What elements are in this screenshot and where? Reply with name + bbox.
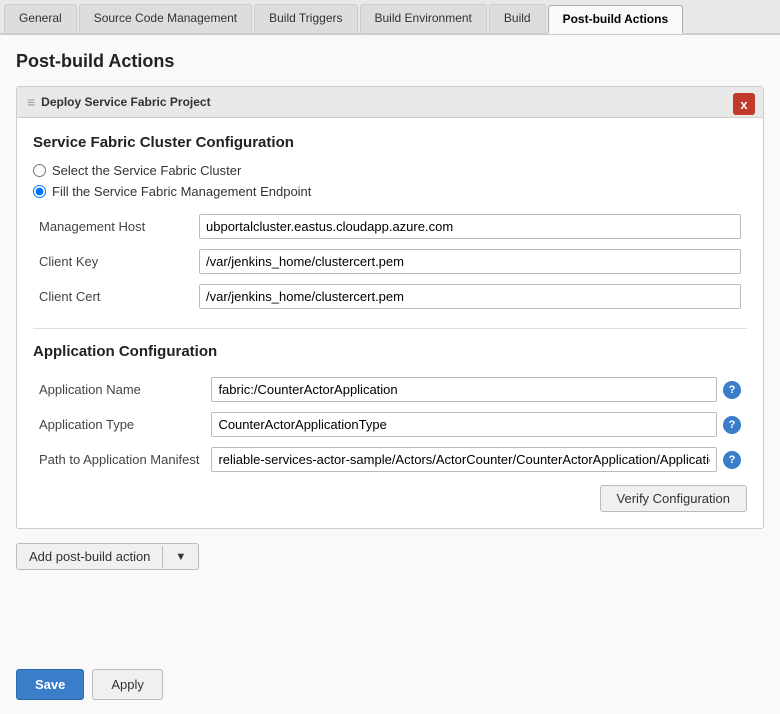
app-field-input-cell-0: ? bbox=[205, 372, 747, 407]
tab-source-code-management[interactable]: Source Code Management bbox=[79, 4, 252, 33]
section-inner: Service Fabric Cluster Configuration Sel… bbox=[17, 118, 763, 528]
tab-post-build-actions[interactable]: Post-build Actions bbox=[548, 5, 684, 34]
add-action-dropdown-icon[interactable]: ▼ bbox=[162, 546, 198, 568]
app-field-with-help-0: ? bbox=[211, 377, 741, 402]
main-content: Post-build Actions ≡ Deploy Service Fabr… bbox=[0, 35, 780, 655]
app-field-input-cell-1: ? bbox=[205, 407, 747, 442]
save-button[interactable]: Save bbox=[16, 669, 84, 700]
app-field-with-help-2: ? bbox=[211, 447, 741, 472]
cluster-fields-table: Management Host Client Key Client Cert bbox=[33, 209, 747, 314]
cluster-field-label-1: Client Key bbox=[33, 244, 193, 279]
drag-handle-icon: ≡ bbox=[27, 94, 35, 110]
app-fields-table: Application Name ? Application Type ? Pa… bbox=[33, 372, 747, 477]
close-section-button[interactable]: x bbox=[733, 93, 755, 115]
tab-build-environment[interactable]: Build Environment bbox=[360, 4, 487, 33]
section-divider bbox=[33, 328, 747, 329]
radio-group: Select the Service Fabric Cluster Fill t… bbox=[33, 163, 747, 199]
deploy-section-card: ≡ Deploy Service Fabric Project x Servic… bbox=[16, 86, 764, 529]
app-field-label-2: Path to Application Manifest bbox=[33, 442, 205, 477]
app-config-title: Application Configuration bbox=[33, 343, 747, 360]
cluster-field-row-2: Client Cert bbox=[33, 279, 747, 314]
add-post-build-action-button[interactable]: Add post-build action ▼ bbox=[16, 543, 199, 570]
tab-bar: GeneralSource Code ManagementBuild Trigg… bbox=[0, 0, 780, 35]
radio-row-1: Select the Service Fabric Cluster bbox=[33, 163, 747, 178]
verify-configuration-button[interactable]: Verify Configuration bbox=[600, 485, 747, 512]
app-field-with-help-1: ? bbox=[211, 412, 741, 437]
cluster-field-input-1[interactable] bbox=[199, 249, 741, 274]
cluster-field-input-0[interactable] bbox=[199, 214, 741, 239]
cluster-config-title: Service Fabric Cluster Configuration bbox=[33, 134, 747, 151]
cluster-field-input-2[interactable] bbox=[199, 284, 741, 309]
page-title: Post-build Actions bbox=[16, 51, 764, 72]
app-field-row-1: Application Type ? bbox=[33, 407, 747, 442]
cluster-field-label-0: Management Host bbox=[33, 209, 193, 244]
cluster-field-input-cell-1 bbox=[193, 244, 747, 279]
app-field-input-0[interactable] bbox=[211, 377, 717, 402]
verify-btn-row: Verify Configuration bbox=[33, 485, 747, 512]
deploy-section-header: ≡ Deploy Service Fabric Project x bbox=[17, 87, 763, 118]
apply-button[interactable]: Apply bbox=[92, 669, 163, 700]
cluster-field-row-0: Management Host bbox=[33, 209, 747, 244]
footer-bar: Save Apply bbox=[0, 655, 780, 714]
app-field-input-2[interactable] bbox=[211, 447, 717, 472]
help-icon-2[interactable]: ? bbox=[723, 451, 741, 469]
app-field-label-1: Application Type bbox=[33, 407, 205, 442]
radio-fill-endpoint[interactable] bbox=[33, 185, 46, 198]
app-field-input-1[interactable] bbox=[211, 412, 717, 437]
app-field-row-2: Path to Application Manifest ? bbox=[33, 442, 747, 477]
radio-select-cluster[interactable] bbox=[33, 164, 46, 177]
tab-build[interactable]: Build bbox=[489, 4, 546, 33]
tab-build-triggers[interactable]: Build Triggers bbox=[254, 4, 357, 33]
deploy-section-title: Deploy Service Fabric Project bbox=[41, 95, 210, 109]
help-icon-1[interactable]: ? bbox=[723, 416, 741, 434]
cluster-field-input-cell-2 bbox=[193, 279, 747, 314]
radio-label-2[interactable]: Fill the Service Fabric Management Endpo… bbox=[52, 184, 311, 199]
cluster-field-input-cell-0 bbox=[193, 209, 747, 244]
tab-general[interactable]: General bbox=[4, 4, 77, 33]
app-field-row-0: Application Name ? bbox=[33, 372, 747, 407]
radio-row-2: Fill the Service Fabric Management Endpo… bbox=[33, 184, 747, 199]
help-icon-0[interactable]: ? bbox=[723, 381, 741, 399]
app-field-input-cell-2: ? bbox=[205, 442, 747, 477]
cluster-field-label-2: Client Cert bbox=[33, 279, 193, 314]
add-action-label: Add post-build action bbox=[17, 544, 162, 569]
app-field-label-0: Application Name bbox=[33, 372, 205, 407]
radio-label-1[interactable]: Select the Service Fabric Cluster bbox=[52, 163, 241, 178]
cluster-field-row-1: Client Key bbox=[33, 244, 747, 279]
